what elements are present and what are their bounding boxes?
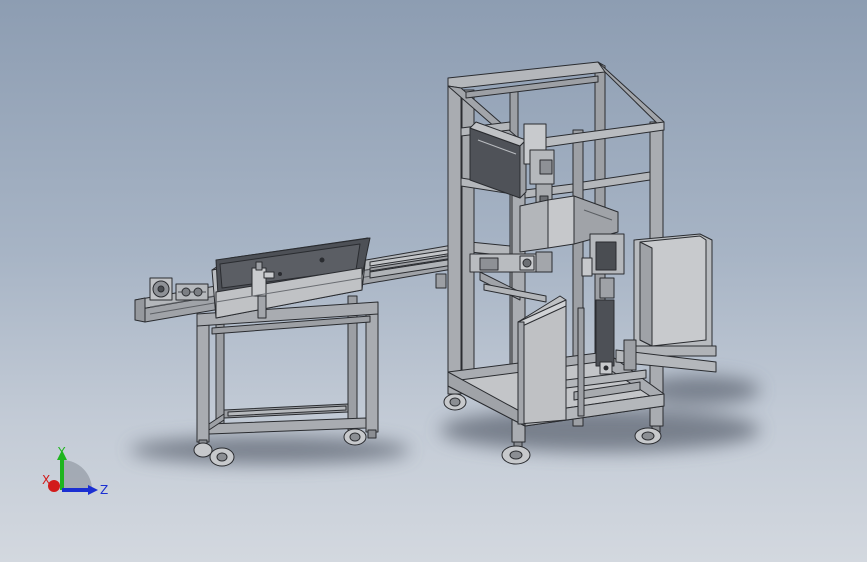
triad-sphere [62, 460, 92, 490]
3d-model-view[interactable] [0, 0, 867, 562]
caster [443, 393, 467, 411]
coordinate-triad: X Y Z [42, 445, 108, 497]
z-axis-arrow [88, 485, 98, 495]
y-axis-label: Y [57, 445, 66, 459]
side-bin[interactable] [615, 233, 717, 373]
graphics-viewport[interactable]: X Y Z [0, 0, 867, 562]
z-axis-label: Z [100, 483, 108, 497]
x-axis-label: X [42, 473, 50, 487]
